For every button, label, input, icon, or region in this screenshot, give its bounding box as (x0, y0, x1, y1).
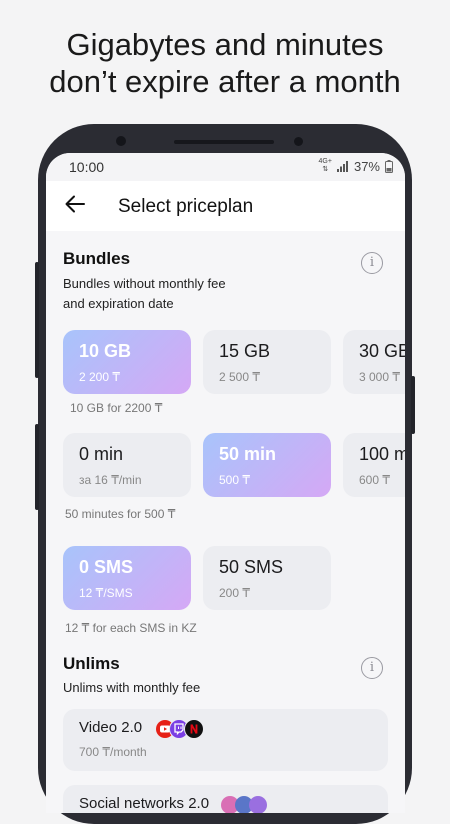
phone-side-button (35, 262, 39, 378)
tile-price: за 16 ₸/min (79, 473, 142, 487)
tile-sms-0[interactable]: 0 SMS 12 ₸/SMS (63, 546, 191, 610)
unlim-name: Video 2.0 (79, 719, 143, 736)
network-indicator: 4G+ ⇅ (318, 158, 332, 173)
minutes-caption: 50 minutes for 500 ₸ (65, 507, 176, 521)
tile-price: 2 200 ₸ (79, 370, 120, 384)
tile-data-30gb[interactable]: 30 GB 3 000 ₸ (343, 330, 405, 394)
tile-sms-50[interactable]: 50 SMS 200 ₸ (203, 546, 331, 610)
bundles-info-icon[interactable]: i (361, 252, 383, 274)
tile-minutes-50[interactable]: 50 min 500 ₸ (203, 433, 331, 497)
battery-icon (385, 159, 393, 173)
tile-data-15gb[interactable]: 15 GB 2 500 ₸ (203, 330, 331, 394)
bundles-subtitle: Bundles without monthly fee and expirati… (63, 274, 226, 314)
battery-percent: 37% (353, 158, 380, 174)
signal-icon (336, 160, 348, 172)
tile-amount: 10 GB (79, 341, 132, 361)
tile-price: 600 ₸ (359, 473, 390, 487)
tile-price: 500 ₸ (219, 473, 250, 487)
phone-side-button (411, 376, 415, 434)
tile-minutes-100[interactable]: 100 min 600 ₸ (343, 433, 405, 497)
data-caption: 10 GB for 2200 ₸ (70, 401, 163, 415)
unlims-title: Unlims (63, 654, 120, 673)
tile-data-10gb[interactable]: 10 GB 2 200 ₸ (63, 330, 191, 394)
tile-price: 12 ₸/SMS (79, 586, 133, 600)
status-bar: 10:00 4G+ ⇅ 37% (46, 153, 405, 181)
headline-line-1: Gigabytes and minutes (66, 27, 384, 62)
back-arrow-icon[interactable] (64, 193, 86, 215)
unlim-card-video[interactable]: Video 2.0 700 ₸/month (63, 709, 388, 771)
bundles-title: Bundles (63, 249, 131, 268)
network-label: 4G+ (318, 158, 332, 165)
tile-price: 200 ₸ (219, 586, 250, 600)
unlim-price: 700 ₸/month (79, 745, 147, 759)
unlims-info-icon[interactable]: i (361, 657, 383, 679)
netflix-icon (184, 718, 204, 739)
tile-amount: 15 GB (219, 341, 271, 361)
messenger-icon (249, 796, 267, 813)
tile-amount: 0 min (79, 444, 124, 464)
phone-camera (116, 136, 126, 146)
phone-sensor (294, 137, 303, 146)
unlims-subtitle: Unlims with monthly fee (63, 680, 201, 695)
tile-minutes-0[interactable]: 0 min за 16 ₸/min (63, 433, 191, 497)
phone-speaker (174, 140, 274, 144)
priceplan-content[interactable]: Bundles Bundles without monthly fee and … (46, 231, 405, 813)
tile-price: 2 500 ₸ (219, 370, 260, 384)
status-icons: 4G+ ⇅ 37% (319, 158, 393, 174)
tile-amount: 50 min (219, 444, 277, 464)
app-bar: Select priceplan (46, 181, 405, 231)
phone-side-button (35, 424, 39, 510)
headline-line-2: don’t expire after a month (49, 64, 401, 99)
bundles-subtitle-line-2: and expiration date (63, 296, 174, 311)
sms-caption: 12 ₸ for each SMS in KZ (65, 621, 197, 635)
tile-amount: 30 GB (359, 341, 405, 361)
phone-screen: 10:00 4G+ ⇅ 37% Select priceplan Bundles … (46, 153, 405, 813)
status-time: 10:00 (69, 159, 105, 175)
tile-price: 3 000 ₸ (359, 370, 400, 384)
unlim-name: Social networks 2.0 (79, 795, 210, 812)
tile-amount: 50 SMS (219, 557, 284, 577)
bundles-subtitle-line-1: Bundles without monthly fee (63, 276, 226, 291)
promo-headline: Gigabytes and minutes don’t expire after… (0, 26, 450, 100)
tile-amount: 100 min (359, 444, 405, 464)
tile-amount: 0 SMS (79, 557, 134, 577)
page-title: Select priceplan (118, 196, 254, 217)
unlim-card-social[interactable]: Social networks 2.0 (63, 785, 388, 813)
